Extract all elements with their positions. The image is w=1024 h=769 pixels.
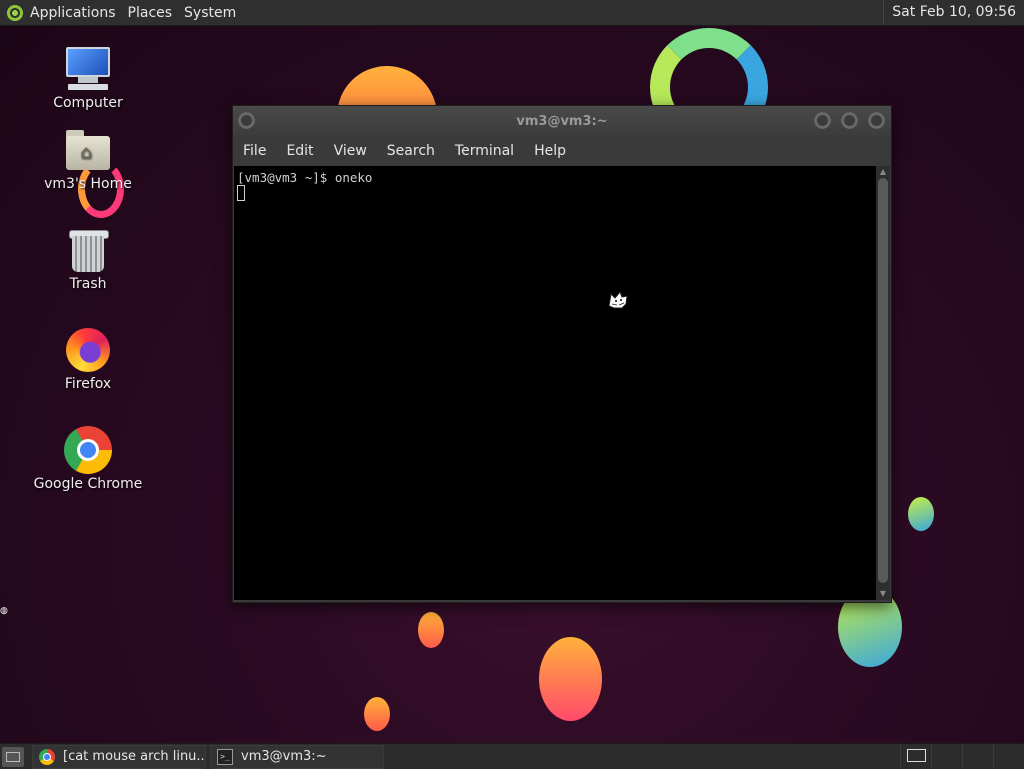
desktop-icon-computer[interactable]: Computer [28,45,148,111]
minimize-button[interactable] [814,112,831,129]
window-titlebar[interactable]: vm3@vm3:~ [233,106,891,136]
stray-neko-icon: ◍ [0,606,8,616]
desktop-icon-label: Trash [69,276,107,292]
terminal-menubar: File Edit View Search Terminal Help [233,136,891,165]
terminal-output[interactable]: [vm3@vm3 ~]$ oneko [234,166,876,600]
desktop-icon-firefox[interactable]: Firefox [28,326,148,392]
oneko-cat-icon [608,291,628,309]
decorative-bubble [539,637,602,721]
chrome-icon [39,748,55,765]
desktop-icon-label: Computer [53,95,123,111]
desktop-icon-label: vm3's Home [44,176,132,192]
home-folder-icon: ⌂ [64,126,112,174]
scroll-up-arrow-icon[interactable]: ▲ [878,167,888,177]
workspace-1[interactable] [900,744,931,768]
window-title: vm3@vm3:~ [516,114,608,129]
scrollbar-thumb[interactable] [878,178,888,583]
bottom-panel: [cat mouse arch linu... >_ vm3@vm3:~ [0,743,1024,769]
menu-file[interactable]: File [233,143,276,159]
workspace-3[interactable] [962,744,993,768]
distro-logo-icon[interactable] [6,3,24,22]
decorative-bubble [364,697,390,731]
menu-help[interactable]: Help [524,143,576,159]
terminal-window: vm3@vm3:~ File Edit View Search Terminal… [232,105,892,603]
top-panel: Applications Places System Sat Feb 10, 0… [0,0,1024,26]
places-menu[interactable]: Places [122,5,179,21]
terminal-prompt-line: [vm3@vm3 ~]$ oneko [237,170,373,185]
close-button[interactable] [868,112,885,129]
desktop-icon-home[interactable]: ⌂ vm3's Home [28,126,148,192]
menu-edit[interactable]: Edit [276,143,323,159]
desktop-icon-trash[interactable]: Trash [28,226,148,292]
computer-icon [64,45,112,93]
desktop-icon-label: Firefox [64,376,112,392]
clock[interactable]: Sat Feb 10, 09:56 [883,0,1024,25]
taskbar-item-label: [cat mouse arch linu... [63,749,206,764]
applications-menu[interactable]: Applications [24,5,122,21]
desktop-icon-label: Google Chrome [33,476,143,492]
system-menu[interactable]: System [178,5,242,21]
menu-view[interactable]: View [324,143,377,159]
scroll-down-arrow-icon[interactable]: ▼ [878,589,888,599]
taskbar-item-chrome[interactable]: [cat mouse arch linu... [32,744,206,769]
show-desktop-button[interactable] [2,746,24,767]
trash-icon [64,226,112,274]
menu-search[interactable]: Search [377,143,445,159]
menu-terminal[interactable]: Terminal [445,143,524,159]
taskbar-item-label: vm3@vm3:~ [241,749,327,764]
terminal-icon: >_ [217,748,233,765]
workspace-2[interactable] [931,744,962,768]
chrome-icon [64,426,112,474]
taskbar-item-terminal[interactable]: >_ vm3@vm3:~ [210,744,384,769]
workspace-switcher [900,744,1024,769]
decorative-bubble [418,612,444,648]
firefox-icon [64,326,112,374]
terminal-scrollbar[interactable]: ▲ ▼ [876,166,890,600]
desktop-icon-chrome[interactable]: Google Chrome [28,426,148,492]
terminal-cursor [237,185,245,201]
maximize-button[interactable] [841,112,858,129]
workspace-4[interactable] [993,744,1024,768]
decorative-bubble [908,497,934,531]
